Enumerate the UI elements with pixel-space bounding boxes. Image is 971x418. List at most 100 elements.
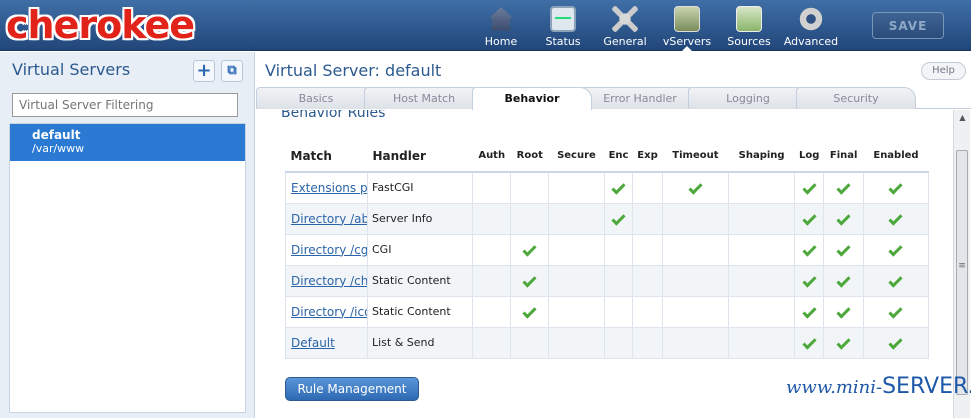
rule-match-link[interactable]: Directory /icons	[291, 305, 367, 319]
rule-flag-cell	[472, 172, 512, 204]
rule-flag-cell	[794, 296, 825, 328]
page-title: Virtual Server: default	[265, 61, 442, 80]
checkmark-icon	[836, 304, 851, 319]
rule-flag-cell	[863, 172, 930, 204]
col-header: Handler	[367, 140, 473, 173]
rule-flag-cell	[863, 327, 930, 359]
vserver-list: default /var/www	[9, 123, 246, 413]
rule-match-cell: Directory /icons	[285, 296, 368, 328]
section-title: Behavior Rules	[281, 110, 386, 121]
rule-flag-cell	[823, 296, 864, 328]
checkmark-icon	[802, 304, 817, 319]
tab-error-handler[interactable]: Error Handler	[580, 87, 700, 109]
rule-flag-cell	[863, 234, 930, 266]
checkmark-icon	[888, 335, 904, 350]
save-button[interactable]: SAVE	[872, 12, 944, 39]
add-vserver-button[interactable]: +	[193, 60, 215, 82]
rule-flag-cell	[604, 172, 634, 204]
rule-flag-cell	[548, 296, 605, 328]
vserver-name: default	[32, 128, 81, 142]
rule-flag-cell	[632, 327, 663, 359]
rule-handler-cell: Static Content	[367, 296, 473, 328]
scroll-up-arrow-icon[interactable]: ▲	[954, 110, 971, 126]
checkmark-icon	[888, 180, 904, 195]
rule-flag-cell	[662, 327, 730, 359]
rule-flag-cell	[662, 296, 730, 328]
rule-flag-cell	[662, 203, 730, 235]
status-icon	[550, 6, 576, 32]
main-panel: Virtual Server: default Help Basics Host…	[256, 52, 971, 418]
checkmark-icon	[836, 335, 851, 350]
checkmark-icon	[836, 242, 851, 257]
nav-advanced[interactable]: Advanced	[780, 0, 842, 51]
table-row: Default List & Send	[285, 327, 930, 359]
vserver-item-default[interactable]: default /var/www	[10, 124, 245, 161]
rule-flag-cell	[662, 234, 730, 266]
behavior-content: Behavior Rules Match Handler Auth Root S…	[265, 110, 953, 418]
rule-flag-cell	[794, 234, 825, 266]
rule-match-link[interactable]: Extensions php	[291, 181, 367, 195]
rule-flag-cell	[662, 265, 730, 297]
col-header: Timeout	[662, 140, 729, 173]
rule-flag-cell	[632, 234, 663, 266]
vserver-filter-input[interactable]	[12, 93, 238, 117]
rule-match-cell: Directory /cherokee_themes	[285, 265, 368, 297]
col-header: Enabled	[863, 140, 929, 173]
sources-icon	[736, 6, 762, 32]
watermark: www.mini-SERVER.ru	[786, 374, 971, 399]
watermark-middle: mini-	[835, 377, 883, 398]
rule-flag-cell	[728, 172, 796, 204]
rule-match-link[interactable]: Directory /cgi-bin	[291, 243, 367, 257]
watermark-prefix: www.	[786, 377, 836, 398]
nav-vservers[interactable]: vServers	[656, 0, 718, 51]
rule-match-link[interactable]: Directory /about	[291, 212, 367, 226]
rule-flag-cell	[823, 203, 864, 235]
rule-flag-cell	[728, 327, 796, 359]
tab-behavior[interactable]: Behavior	[472, 87, 592, 110]
clone-vserver-button[interactable]: ⧉	[221, 60, 243, 82]
nav-status[interactable]: Status	[532, 0, 594, 51]
cherokee-logo[interactable]: cherokee	[6, 3, 195, 47]
rule-flag-cell	[510, 296, 550, 328]
rule-flag-cell	[604, 265, 634, 297]
col-header: Enc	[604, 140, 633, 173]
tab-security[interactable]: Security	[796, 87, 916, 109]
nav-label: Home	[484, 35, 518, 48]
nav-label: Status	[545, 35, 581, 48]
rule-handler-cell: Static Content	[367, 265, 473, 297]
rule-match-link[interactable]: Default	[291, 336, 335, 350]
rule-flag-cell	[632, 203, 663, 235]
nav-sources[interactable]: Sources	[718, 0, 780, 51]
rule-flag-cell	[794, 265, 825, 297]
table-row: Directory /iconsStatic Content	[285, 296, 930, 328]
col-header: Log	[794, 140, 824, 173]
rule-flag-cell	[728, 296, 796, 328]
rule-flag-cell	[510, 203, 550, 235]
rule-management-button[interactable]: Rule Management	[285, 377, 419, 401]
vertical-scrollbar[interactable]: ▲	[953, 110, 970, 418]
tab-basics[interactable]: Basics	[256, 87, 376, 109]
rule-flag-cell	[604, 296, 634, 328]
nav-label: Sources	[727, 35, 771, 48]
rule-handler-cell: FastCGI	[367, 172, 473, 204]
help-button[interactable]: Help	[921, 62, 966, 80]
rule-flag-cell	[604, 234, 634, 266]
tab-host-match[interactable]: Host Match	[364, 87, 484, 109]
rule-flag-cell	[863, 203, 930, 235]
rule-flag-cell	[863, 296, 930, 328]
table-row: Directory /cgi-binCGI	[285, 234, 930, 266]
checkmark-icon	[888, 211, 904, 226]
checkmark-icon	[836, 273, 851, 288]
table-row: Directory /cherokee_themesStatic Content	[285, 265, 930, 297]
rule-flag-cell	[472, 203, 512, 235]
tab-logging[interactable]: Logging	[688, 87, 808, 109]
rule-flag-cell	[662, 172, 730, 204]
rule-flag-cell	[794, 172, 825, 204]
rule-match-link[interactable]: Directory /cherokee_themes	[291, 274, 367, 288]
nav-general[interactable]: General	[594, 0, 656, 51]
nav-home[interactable]: Home	[470, 0, 532, 51]
checkmark-icon	[522, 273, 537, 288]
tab-bar: Basics Host Match Error Handler Logging …	[256, 87, 971, 110]
scroll-thumb[interactable]	[956, 150, 968, 395]
tools-icon	[612, 6, 638, 32]
